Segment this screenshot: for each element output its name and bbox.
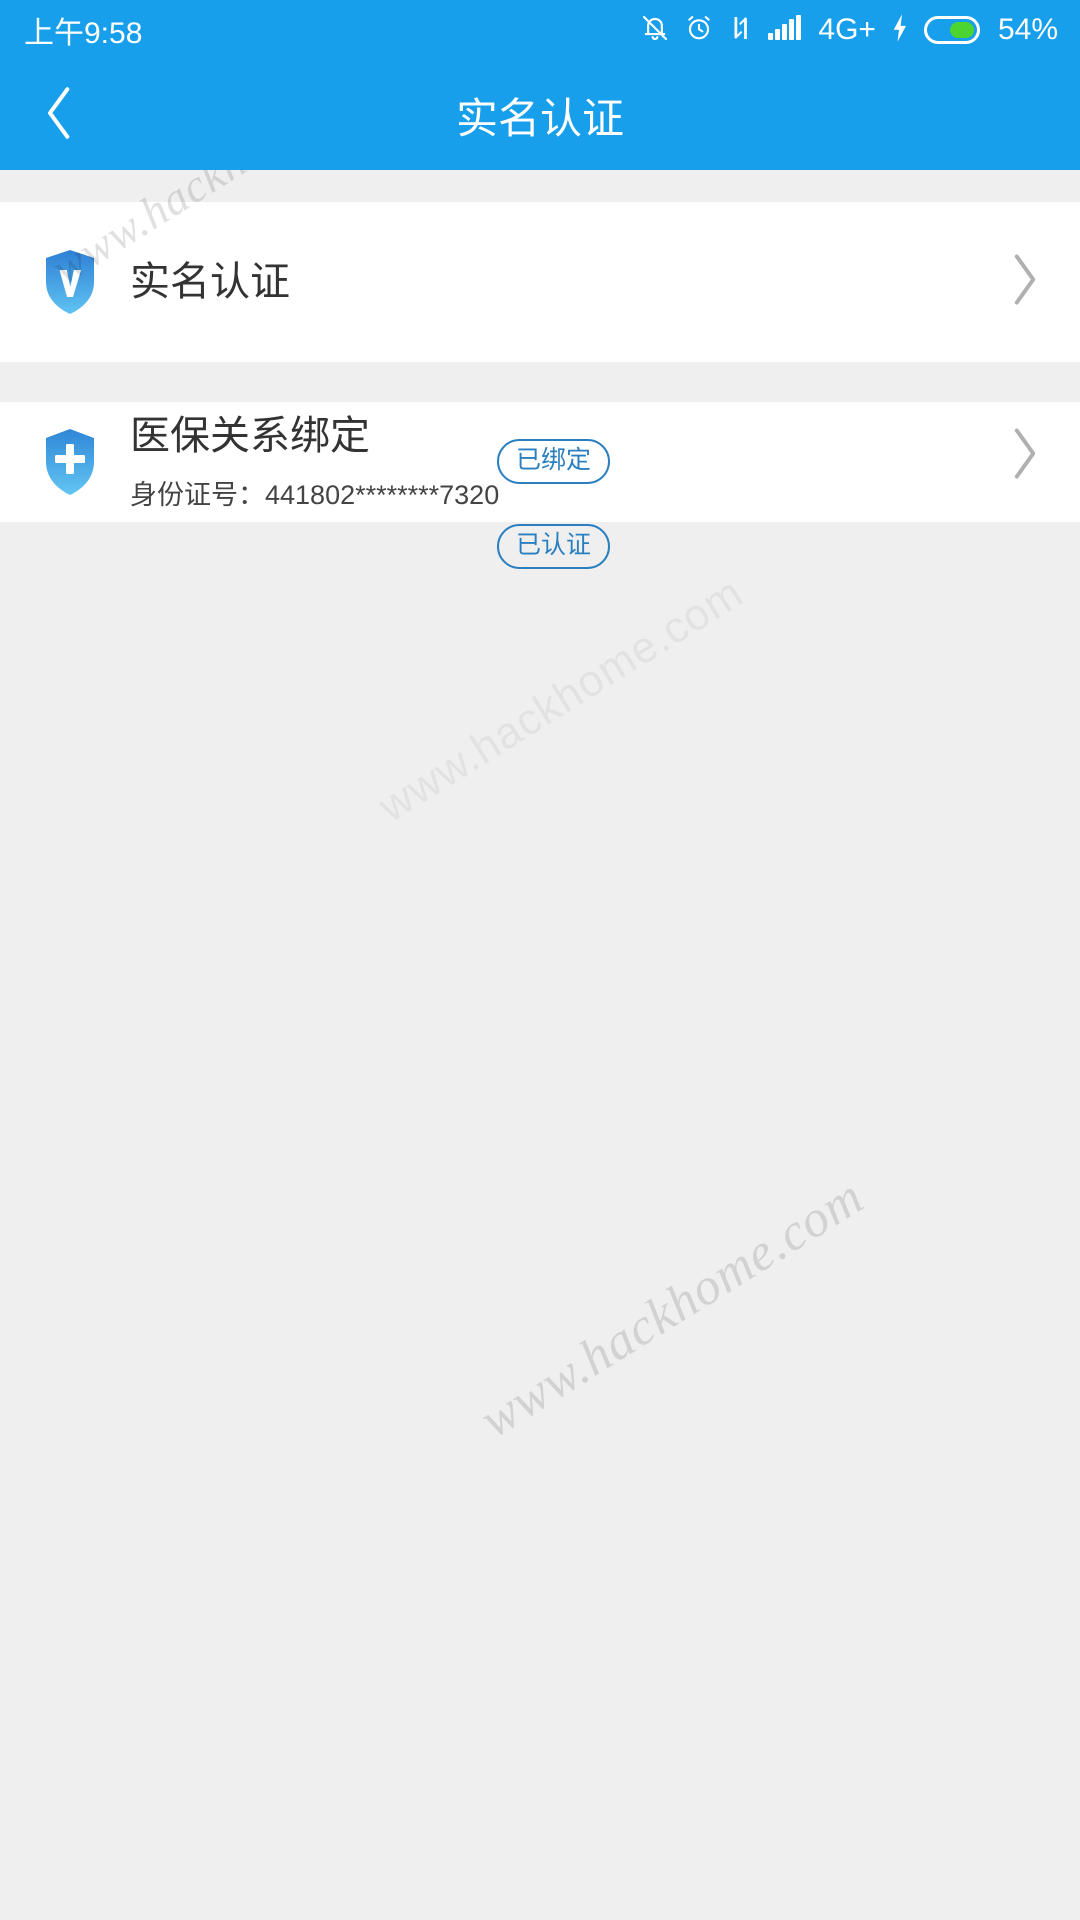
section-gap-middle [0,362,1080,402]
list-item-title: 实名认证 [130,260,290,304]
status-bar: 上午9:58 4G+ 54% [0,0,1080,60]
section-gap-top [0,170,1080,202]
list-item-text-block: 实名认证 [130,259,290,305]
chevron-left-icon [38,82,82,149]
list-item-subtitle: 身份证号：441802********7320 [130,479,500,510]
data-transfer-icon [728,13,754,48]
app-header: 实名认证 [0,60,1080,170]
battery-percent-label: 54% [997,13,1058,46]
page-title: 实名认证 [455,94,624,142]
battery-icon [923,16,980,44]
network-type-label: 4G+ [818,13,876,46]
empty-area [0,522,1080,1902]
list-item-text-block: 医保关系绑定 身份证号：441802********7320 [130,413,499,512]
bell-muted-icon [640,13,670,48]
alarm-clock-icon [684,13,714,48]
back-button[interactable] [0,60,120,170]
shield-medical-icon [38,426,102,498]
status-badge: 已绑定 [497,439,611,484]
shield-verified-icon [38,246,102,318]
battery-fill [950,22,974,38]
list-item-insurance-binding[interactable]: 医保关系绑定 身份证号：441802********7320 已绑定 [0,402,1080,522]
chevron-right-icon [1008,426,1042,487]
status-badge: 已认证 [497,524,611,569]
signal-bars-icon [768,13,802,48]
list-item-title: 医保关系绑定 [130,413,370,458]
charging-bolt-icon [890,13,910,48]
status-bar-icons: 4G+ 54% [640,13,1058,48]
list-item-realname-auth[interactable]: 实名认证 已认证 [0,202,1080,569]
page-content: 实名认证 已认证 医保关系绑定 身份证号：441802********7320 … [0,170,1080,1902]
status-bar-time: 上午9:58 [24,17,143,50]
chevron-right-icon [1008,252,1042,313]
